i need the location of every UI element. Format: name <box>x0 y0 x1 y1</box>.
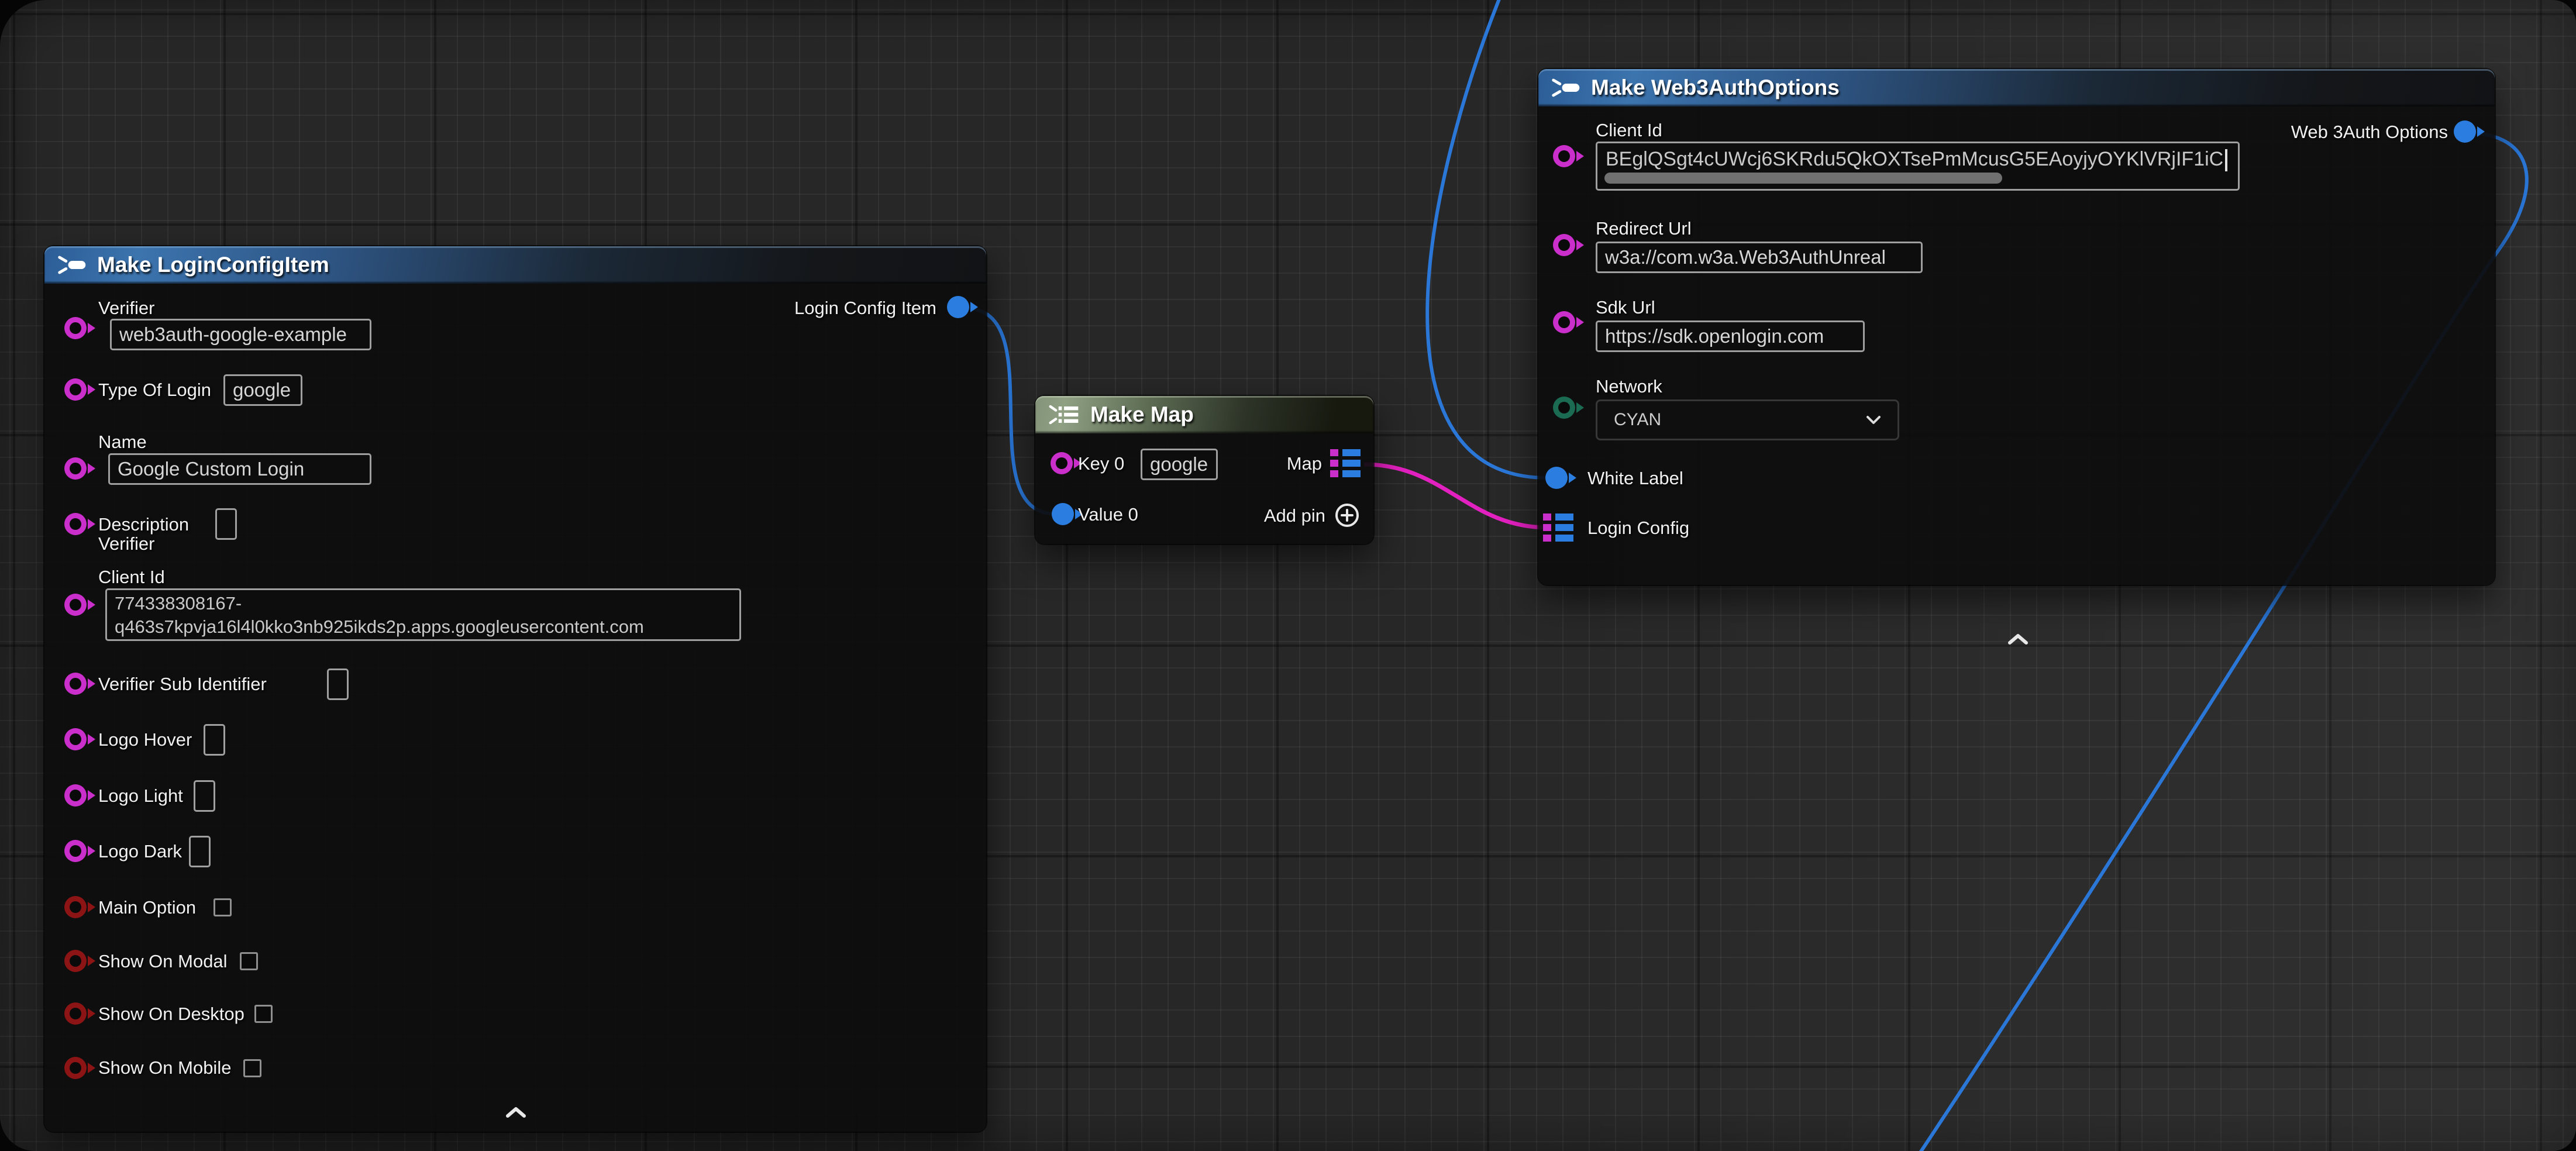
logo-dark-input[interactable] <box>189 836 211 867</box>
pin-value-0[interactable] <box>1057 508 1069 520</box>
key-0-input[interactable]: google <box>1141 449 1218 480</box>
pin-label-verifier: Verifier <box>98 297 154 319</box>
pin-label-description: Description <box>98 514 189 535</box>
show-on-desktop-checkbox[interactable] <box>254 1005 273 1023</box>
pin-map-output[interactable] <box>1330 449 1361 477</box>
pin-description[interactable] <box>70 518 81 530</box>
pin-redirect-url[interactable] <box>1558 239 1570 251</box>
wire-offscreen-to-whitelabel[interactable] <box>1427 0 1548 478</box>
pin-label-logo-hover: Logo Hover <box>98 729 192 750</box>
blueprint-graph-canvas[interactable]: Make LoginConfigItem Verifier web3auth-g… <box>0 0 2576 1151</box>
pin-logo-dark[interactable] <box>70 845 81 857</box>
collapse-icon[interactable] <box>2006 633 2030 646</box>
verifier-sub-identifier-input[interactable] <box>327 668 349 700</box>
node-header[interactable]: Make LoginConfigItem <box>44 246 986 284</box>
client-id-text: BEglQSgt4cUWcj6SKRdu5QkOXTsePmMcusG5EAoy… <box>1606 148 2223 170</box>
pin-main-option[interactable] <box>70 901 81 913</box>
client-id-input[interactable]: BEglQSgt4cUWcj6SKRdu5QkOXTsePmMcusG5EAoy… <box>1596 142 2240 191</box>
pin-web3auth-options-output[interactable] <box>2459 126 2471 137</box>
verifier-input[interactable]: web3auth-google-example <box>110 319 371 350</box>
node-title: Make Web3AuthOptions <box>1591 75 1840 100</box>
pin-label-name: Name <box>98 431 147 453</box>
pin-client-id[interactable] <box>1558 150 1570 162</box>
dropdown-chevron-icon <box>1866 415 1881 425</box>
output-label-web3auth-options: Web 3Auth Options <box>2291 121 2448 143</box>
add-pin-group[interactable]: Add pin <box>1264 502 1361 529</box>
collapse-icon[interactable] <box>504 1106 528 1119</box>
pin-label-redirect-url: Redirect Url <box>1596 218 1692 239</box>
pin-verifier-sub-identifier[interactable] <box>70 678 81 690</box>
horizontal-scrollbar[interactable] <box>1604 173 2002 184</box>
pin-label-value-0: Value 0 <box>1078 504 1138 525</box>
pin-label-logo-dark: Logo Dark <box>98 840 182 862</box>
pin-network[interactable] <box>1558 402 1570 413</box>
node-title: Make Map <box>1090 402 1194 427</box>
pin-logo-hover[interactable] <box>70 733 81 745</box>
main-option-checkbox[interactable] <box>213 898 232 916</box>
pin-label-show-on-desktop: Show On Desktop <box>98 1003 244 1025</box>
pin-label-show-on-mobile: Show On Mobile <box>98 1057 231 1078</box>
add-pin-icon[interactable] <box>1334 502 1361 529</box>
redirect-url-input[interactable]: w3a://com.w3a.Web3AuthUnreal <box>1596 242 1923 273</box>
node-make-web3authoptions[interactable]: Make Web3AuthOptions Client Id BEglQSgt4… <box>1538 69 2495 585</box>
pin-type-of-login[interactable] <box>70 384 81 395</box>
pin-label-type-of-login: Type Of Login <box>98 379 211 401</box>
pin-label-verifier-sub-identifier: Verifier Sub Identifier <box>98 673 267 695</box>
show-on-modal-checkbox[interactable] <box>240 952 258 970</box>
client-id-line1: 774338308167- <box>115 592 732 615</box>
sdk-url-input[interactable]: https://sdk.openlogin.com <box>1596 321 1865 352</box>
node-title: Make LoginConfigItem <box>97 253 329 277</box>
node-make-loginconfigitem[interactable]: Make LoginConfigItem Verifier web3auth-g… <box>44 246 986 1132</box>
pin-white-label[interactable] <box>1551 472 1562 484</box>
logo-light-input[interactable] <box>194 780 215 812</box>
client-id-line2: q463s7kpvja16l4l0kko3nb925ikds2p.apps.go… <box>115 615 732 639</box>
pin-key-0[interactable] <box>1056 457 1067 469</box>
network-selected-value: CYAN <box>1614 410 1661 430</box>
pin-label-login-config: Login Config <box>1587 517 1689 539</box>
make-struct-icon <box>1551 77 1582 99</box>
pin-label-client-id: Client Id <box>1596 119 1662 141</box>
pin-logo-light[interactable] <box>70 790 81 801</box>
pin-label-sdk-url: Sdk Url <box>1596 297 1655 318</box>
pin-label-logo-light: Logo Light <box>98 785 183 807</box>
type-of-login-input[interactable]: google <box>223 374 302 406</box>
pin-verifier[interactable] <box>70 322 81 334</box>
make-map-icon <box>1048 403 1081 426</box>
node-header[interactable]: Make Web3AuthOptions <box>1538 69 2495 106</box>
node-header[interactable]: Make Map <box>1035 396 1373 433</box>
pin-login-config[interactable] <box>1543 514 1573 542</box>
output-label-map: Map <box>1287 453 1322 474</box>
show-on-mobile-checkbox[interactable] <box>243 1059 261 1077</box>
text-cursor <box>2225 149 2227 171</box>
pin-show-on-desktop[interactable] <box>70 1008 81 1019</box>
client-id-input[interactable]: 774338308167- q463s7kpvja16l4l0kko3nb925… <box>105 588 741 641</box>
node-make-map[interactable]: Make Map Key 0 google Map Value 0 Add pi… <box>1035 396 1373 544</box>
logo-hover-input[interactable] <box>204 724 225 756</box>
pin-sdk-url[interactable] <box>1558 316 1570 328</box>
pin-label-network: Network <box>1596 375 1662 397</box>
description-input[interactable] <box>215 508 237 540</box>
pin-label-white-label: White Label <box>1587 467 1683 489</box>
add-pin-label: Add pin <box>1264 505 1325 526</box>
pin-show-on-modal[interactable] <box>70 955 81 967</box>
pin-label-show-on-modal: Show On Modal <box>98 950 228 972</box>
make-struct-icon <box>57 254 88 276</box>
pin-login-config-item-output[interactable] <box>952 301 964 313</box>
output-label-login-config-item: Login Config Item <box>794 297 936 319</box>
pin-label-key-0: Key 0 <box>1078 453 1124 474</box>
pin-client-id[interactable] <box>70 599 81 611</box>
network-dropdown[interactable]: CYAN <box>1596 399 1899 440</box>
map-output-group: Map <box>1287 449 1361 477</box>
pin-label-main-option: Main Option <box>98 897 196 918</box>
pin-name[interactable] <box>70 463 81 474</box>
name-input[interactable]: Google Custom Login <box>108 453 371 485</box>
pin-label-verifier: Verifier <box>98 533 154 554</box>
pin-show-on-mobile[interactable] <box>70 1062 81 1074</box>
pin-label-client-id: Client Id <box>98 566 165 588</box>
